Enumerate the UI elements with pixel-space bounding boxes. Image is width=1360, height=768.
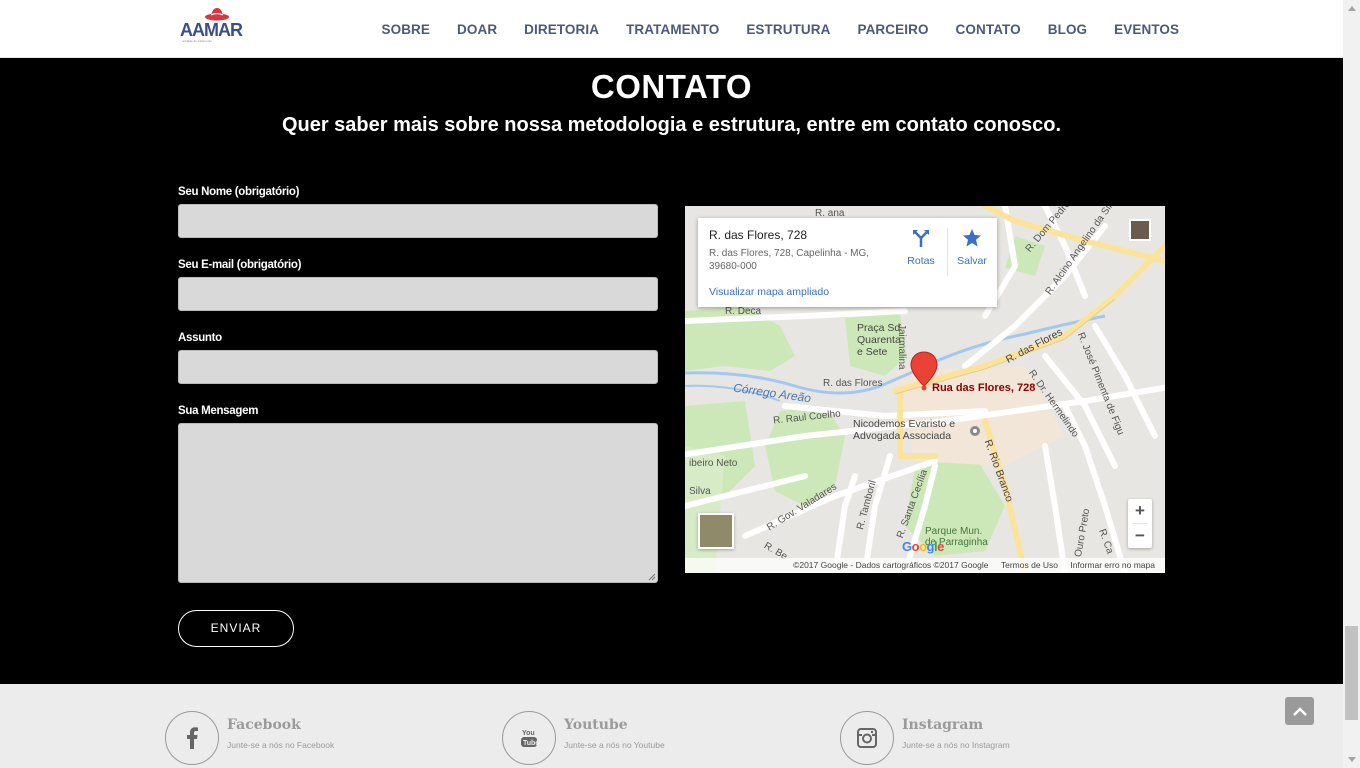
svg-text:You: You	[522, 730, 535, 737]
message-label: Sua Mensagem	[178, 405, 259, 417]
zoom-in-button[interactable]: +	[1128, 499, 1152, 523]
subject-label: Assunto	[178, 332, 222, 344]
resize-handle-icon[interactable]	[648, 573, 656, 581]
scroll-up-arrow[interactable]	[1343, 0, 1360, 17]
section-title: CONTATO	[590, 68, 753, 105]
instagram-name: Instagram	[902, 717, 984, 733]
save-place-label: Salvar	[957, 255, 987, 267]
map-label-ribeiro-neto: ibeiro Neto	[689, 458, 738, 469]
map-pin-label: Rua das Flores, 728	[932, 382, 1036, 394]
instagram-subtitle: Junte-se a nós no Instagram	[902, 740, 1010, 750]
facebook-subtitle: Junte-se a nós no Facebook	[227, 740, 335, 750]
star-icon	[963, 229, 981, 247]
contact-section: CONTATO Quer saber mais sobre nossa meto…	[0, 58, 1343, 684]
nav-parceiro[interactable]: PARCEIRO	[844, 22, 942, 37]
nav-eventos[interactable]: EVENTOS	[1101, 22, 1193, 37]
message-textarea[interactable]	[178, 423, 658, 583]
save-place-button[interactable]: Salvar	[954, 228, 990, 267]
name-field[interactable]	[178, 204, 658, 238]
zoom-out-button[interactable]: −	[1128, 524, 1152, 548]
satellite-toggle[interactable]	[698, 513, 734, 549]
youtube-name: Youtube	[564, 717, 628, 733]
map-zoom-control: + −	[1128, 499, 1152, 548]
logo-subtitle: unidade de tratamento	[182, 39, 213, 42]
page-scrollbar[interactable]	[1343, 0, 1360, 768]
nav-sobre[interactable]: SOBRE	[368, 22, 444, 37]
name-label: Seu Nome (obrigatório)	[178, 186, 300, 198]
subject-field[interactable]	[178, 350, 658, 384]
site-header: AAMAR unidade de tratamento SOBRE DOAR D…	[0, 0, 1343, 58]
user-photo-thumbnail[interactable]	[1129, 219, 1151, 241]
facebook-icon[interactable]	[165, 711, 219, 765]
section-subtitle: Quer saber mais sobre nossa metodologia …	[281, 114, 1062, 136]
map-terms-link[interactable]: Termos de Uso	[1001, 560, 1058, 570]
nav-estrutura[interactable]: ESTRUTURA	[733, 22, 844, 37]
directions-label: Rotas	[907, 255, 935, 267]
site-footer: Facebook Junte-se a nós no Facebook You …	[0, 684, 1343, 768]
nav-doar[interactable]: DOAR	[444, 22, 511, 37]
youtube-subtitle: Junte-se a nós no Youtube	[564, 740, 665, 750]
map-card-address: R. das Flores, 728, Capelinha - MG, 3968…	[709, 248, 870, 272]
back-to-top-button[interactable]	[1285, 697, 1314, 725]
directions-icon	[913, 230, 929, 247]
map-label-silva: Silva	[689, 486, 711, 497]
map-card-title: R. das Flores, 728	[709, 228, 808, 242]
send-button[interactable]: ENVIAR	[178, 610, 294, 647]
nav-diretoria[interactable]: DIRETORIA	[511, 22, 613, 37]
map-label-flores-w: R. das Flores	[823, 378, 883, 389]
map-label-street: Jairmalina	[896, 324, 907, 370]
instagram-icon[interactable]	[840, 711, 894, 765]
google-map[interactable]: R. Dom Pedro II R. Alcino Angelino da Si…	[685, 206, 1165, 573]
svg-text:Tube: Tube	[523, 740, 538, 747]
site-logo[interactable]: AAMAR unidade de tratamento	[180, 6, 243, 46]
map-attribution-bar: ©2017 Google - Dados cartográficos ©2017…	[685, 558, 1165, 573]
chevron-up-icon	[1292, 707, 1307, 716]
map-label-nicodemos: Nicodemos Evaristo e Advogada Associada	[853, 418, 956, 442]
nav-blog[interactable]: BLOG	[1034, 22, 1100, 37]
page: AAMAR unidade de tratamento SOBRE DOAR D…	[0, 0, 1360, 768]
map-info-card: R. das Flores, 728 R. das Flores, 728, C…	[698, 218, 997, 307]
map-attribution: ©2017 Google - Dados cartográficos ©2017…	[793, 560, 989, 570]
google-logo: Google	[902, 539, 944, 554]
card-divider	[947, 228, 948, 276]
logo-text: AAMAR	[180, 20, 243, 40]
map-label-praca: Praça Sd Quarenta e Sete	[857, 322, 901, 358]
nav-contato[interactable]: CONTATO	[942, 22, 1034, 37]
scrollbar-thumb[interactable]	[1345, 626, 1358, 720]
nav-tratamento[interactable]: TRATAMENTO	[613, 22, 733, 37]
map-enlarge-link[interactable]: Visualizar mapa ampliado	[709, 286, 829, 298]
map-label-deca: R. Deca	[725, 306, 762, 317]
scroll-down-arrow[interactable]	[1343, 751, 1360, 768]
email-field[interactable]	[178, 277, 658, 311]
youtube-icon[interactable]: You Tube	[502, 711, 556, 765]
main-nav: SOBRE DOAR DIRETORIA TRATAMENTO ESTRUTUR…	[368, 0, 1193, 58]
map-report-link[interactable]: Informar erro no mapa	[1070, 560, 1155, 570]
directions-button[interactable]: Rotas	[903, 228, 939, 267]
email-label: Seu E-mail (obrigatório)	[178, 259, 302, 271]
facebook-name: Facebook	[227, 717, 301, 733]
